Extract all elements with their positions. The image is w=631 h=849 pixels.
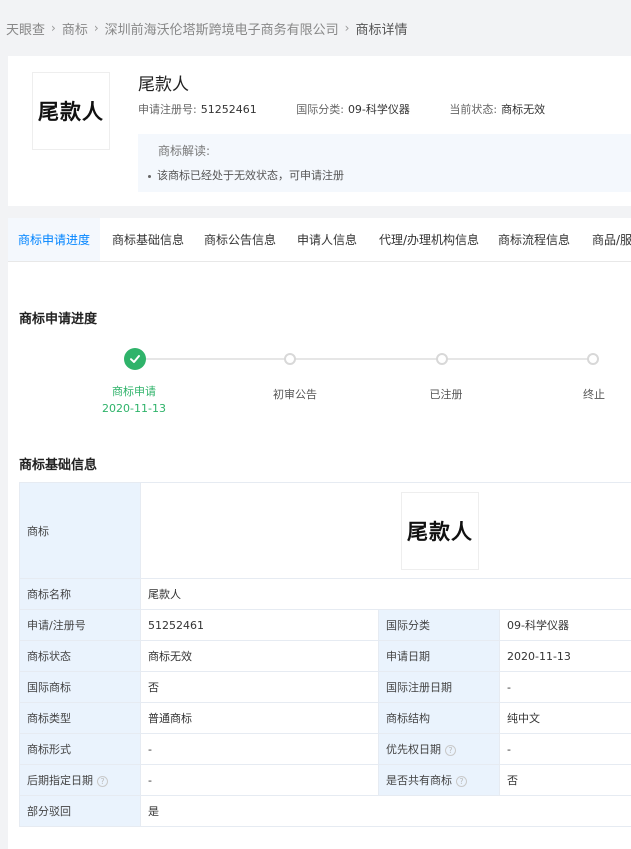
breadcrumb: 天眼查 › 商标 › 深圳前海沃伦塔斯跨境电子商务有限公司 › 商标详情 — [0, 0, 631, 56]
step-dot-icon — [436, 353, 448, 365]
status-value: 商标无效 — [501, 103, 546, 116]
basic-info-section-title: 商标基础信息 — [19, 458, 98, 473]
step-label-application: 商标申请 — [112, 385, 156, 398]
breadcrumb-trademark[interactable]: 商标 — [62, 19, 88, 38]
reg-no-label: 申请注册号: — [138, 103, 197, 116]
table-row: 商标类型 普通商标 商标结构 纯中文 — [19, 702, 631, 734]
trademark-logo[interactable]: 尾款人 — [32, 72, 110, 150]
row-key-shared: 是否共有商标? — [378, 764, 500, 796]
breadcrumb-home[interactable]: 天眼查 — [6, 19, 45, 38]
help-icon[interactable]: ? — [97, 775, 108, 787]
row-value: - — [140, 764, 379, 796]
row-key: 申请/注册号 — [19, 609, 141, 641]
row-value: 商标无效 — [140, 640, 379, 672]
detail-tabs: 商标申请进度 商标基础信息 商标公告信息 申请人信息 代理/办理机构信息 商标流… — [8, 218, 631, 262]
table-row: 部分驳回 是 — [19, 795, 631, 827]
interpretation-box: 商标解读: 该商标已经处于无效状态，可申请注册 — [138, 134, 631, 192]
class-label: 国际分类: — [296, 103, 344, 116]
table-row: 申请/注册号 51252461 国际分类 09-科学仪器 — [19, 609, 631, 641]
progress-section-title: 商标申请进度 — [19, 312, 98, 327]
help-icon[interactable]: ? — [445, 744, 456, 756]
row-key-priority: 优先权日期? — [378, 733, 500, 765]
row-value: - — [140, 733, 379, 765]
trademark-image[interactable]: 尾款人 — [401, 491, 479, 570]
row-key: 商标结构 — [378, 702, 500, 734]
tab-application-progress[interactable]: 商标申请进度 — [8, 218, 100, 261]
row-key-text: 是否共有商标 — [386, 774, 452, 787]
row-value: 09-科学仪器 — [499, 609, 631, 641]
row-key: 国际商标 — [19, 671, 141, 703]
chevron-right-icon: › — [51, 21, 56, 35]
row-value: - — [499, 733, 631, 765]
table-row: 商标形式 - 优先权日期? - — [19, 733, 631, 765]
help-icon[interactable]: ? — [456, 775, 467, 787]
row-key: 商标类型 — [19, 702, 141, 734]
row-key: 商标名称 — [19, 578, 141, 610]
row-key: 申请日期 — [378, 640, 500, 672]
row-key: 商标形式 — [19, 733, 141, 765]
table-row: 商标 尾款人 — [19, 482, 631, 579]
step-label-terminated: 终止 — [583, 388, 605, 401]
row-value: 是 — [140, 795, 631, 827]
row-value: 纯中文 — [499, 702, 631, 734]
trademark-image-text: 尾款人 — [407, 518, 473, 544]
status-label: 当前状态: — [449, 103, 498, 116]
table-row: 国际商标 否 国际注册日期 - — [19, 671, 631, 703]
main-content: 商标申请进度 商标申请 2020-11-13 初审公告 已注册 终止 商标基础信… — [8, 262, 631, 849]
tab-process[interactable]: 商标流程信息 — [498, 218, 570, 261]
check-icon — [124, 348, 146, 370]
row-key-text: 后期指定日期 — [27, 774, 93, 787]
chevron-right-icon: › — [344, 21, 350, 35]
row-key: 国际分类 — [378, 609, 500, 641]
step-dot-icon — [587, 353, 599, 365]
row-value: - — [499, 671, 631, 703]
step-dot-icon — [284, 353, 296, 365]
mark-label: 商标 — [19, 482, 141, 579]
tab-agency[interactable]: 代理/办理机构信息 — [379, 218, 479, 261]
breadcrumb-company[interactable]: 深圳前海沃伦塔斯跨境电子商务有限公司 — [105, 19, 339, 38]
step-label-prelim: 初审公告 — [273, 388, 317, 401]
row-value: 否 — [140, 671, 379, 703]
interpretation-text: 该商标已经处于无效状态，可申请注册 — [157, 169, 344, 182]
row-key: 部分驳回 — [19, 795, 141, 827]
row-value: 51252461 — [140, 609, 379, 641]
trademark-logo-text: 尾款人 — [38, 99, 104, 124]
trademark-meta: 申请注册号: 51252461 国际分类: 09-科学仪器 当前状态: 商标无效 — [138, 101, 581, 117]
basic-info-table: 商标 尾款人 商标名称 尾款人 申请/注册号 51252461 国际分类 09-… — [19, 482, 631, 827]
row-key-text: 优先权日期 — [386, 743, 441, 756]
row-value: 普通商标 — [140, 702, 379, 734]
tab-goods-services[interactable]: 商品/服务 — [592, 218, 631, 261]
tab-basic-info[interactable]: 商标基础信息 — [112, 218, 184, 261]
row-key-later-designation: 后期指定日期? — [19, 764, 141, 796]
table-row: 后期指定日期? - 是否共有商标? 否 — [19, 764, 631, 796]
mark-image-cell: 尾款人 — [140, 482, 631, 579]
step-label-registered: 已注册 — [429, 388, 463, 401]
table-row: 商标名称 尾款人 — [19, 578, 631, 610]
chevron-right-icon: › — [93, 21, 99, 35]
row-key: 国际注册日期 — [378, 671, 500, 703]
interpretation-line: 该商标已经处于无效状态，可申请注册 — [148, 167, 344, 183]
row-value: 否 — [499, 764, 631, 796]
trademark-header-card: 尾款人 尾款人 申请注册号: 51252461 国际分类: 09-科学仪器 当前状态… — [8, 56, 631, 206]
reg-no-value: 51252461 — [200, 103, 257, 116]
trademark-name: 尾款人 — [138, 75, 189, 95]
row-key: 商标状态 — [19, 640, 141, 672]
bullet-icon — [148, 174, 151, 178]
row-value: 2020-11-13 — [499, 640, 631, 672]
step-date-application: 2020-11-13 — [102, 402, 166, 415]
progress-track — [142, 358, 593, 360]
class-value: 09-科学仪器 — [347, 103, 410, 116]
table-row: 商标状态 商标无效 申请日期 2020-11-13 — [19, 640, 631, 672]
tab-applicant[interactable]: 申请人信息 — [297, 218, 357, 261]
row-value: 尾款人 — [140, 578, 631, 610]
breadcrumb-current: 商标详情 — [355, 22, 408, 38]
tab-announcement[interactable]: 商标公告信息 — [204, 218, 276, 261]
interpretation-heading: 商标解读: — [158, 144, 211, 158]
